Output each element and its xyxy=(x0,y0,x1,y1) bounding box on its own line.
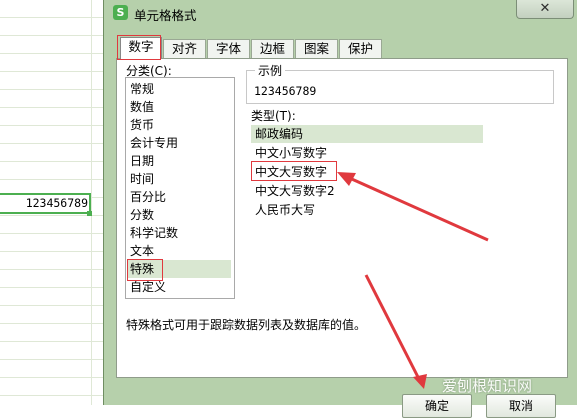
fill-handle[interactable] xyxy=(87,211,92,216)
wps-app-icon: S xyxy=(113,5,128,20)
category-item[interactable]: 会计专用 xyxy=(127,134,231,152)
tab-highlight-box xyxy=(117,35,161,60)
category-item[interactable]: 货币 xyxy=(127,116,231,134)
type-item[interactable]: 人民币大写 xyxy=(251,201,483,219)
category-item[interactable]: 百分比 xyxy=(127,188,231,206)
number-tab-panel: 分类(C): 常规 数值 货币 会计专用 日期 时间 百分比 分数 科学记数 文… xyxy=(116,58,568,378)
type-item[interactable]: 中文小写数字 xyxy=(251,144,483,162)
type-item[interactable]: 中文大写数字2 xyxy=(251,182,483,200)
tab-border[interactable]: 边框 xyxy=(251,39,294,58)
format-cells-dialog: S 单元格格式 ✕ 数字 对齐 字体 边框 图案 保护 分类(C): 常规 数值… xyxy=(103,0,577,418)
format-description: 特殊格式可用于跟踪数据列表及数据库的值。 xyxy=(126,318,367,332)
ok-button[interactable]: 确定 xyxy=(402,394,472,418)
category-item[interactable]: 时间 xyxy=(127,170,231,188)
dialog-titlebar: S 单元格格式 ✕ xyxy=(104,0,577,30)
sample-box: 示例 123456789 xyxy=(246,62,554,104)
category-item[interactable]: 文本 xyxy=(127,242,231,260)
column-gridline xyxy=(91,0,92,405)
type-item-selected[interactable]: 邮政编码 xyxy=(251,125,483,143)
dialog-title: 单元格格式 xyxy=(134,8,197,23)
tab-font[interactable]: 字体 xyxy=(207,39,250,58)
cancel-button[interactable]: 取消 xyxy=(486,394,556,418)
type-label: 类型(T): xyxy=(251,109,296,123)
category-highlight-box xyxy=(127,259,163,281)
category-item[interactable]: 分数 xyxy=(127,206,231,224)
type-highlight-box xyxy=(251,161,337,181)
category-item[interactable]: 常规 xyxy=(127,80,231,98)
sample-value: 123456789 xyxy=(254,84,317,98)
sample-label: 示例 xyxy=(255,62,286,79)
tab-protection[interactable]: 保护 xyxy=(339,39,382,58)
category-item[interactable]: 日期 xyxy=(127,152,231,170)
watermark: 爱刨根知识网 xyxy=(442,377,533,395)
selected-cell[interactable]: 123456789 xyxy=(0,193,91,214)
category-item[interactable]: 科学记数 xyxy=(127,224,231,242)
close-button[interactable]: ✕ xyxy=(516,0,574,19)
tab-alignment[interactable]: 对齐 xyxy=(163,39,206,58)
tab-pattern[interactable]: 图案 xyxy=(295,39,338,58)
category-item[interactable]: 数值 xyxy=(127,98,231,116)
spreadsheet-background: 123456789 xyxy=(0,0,105,405)
